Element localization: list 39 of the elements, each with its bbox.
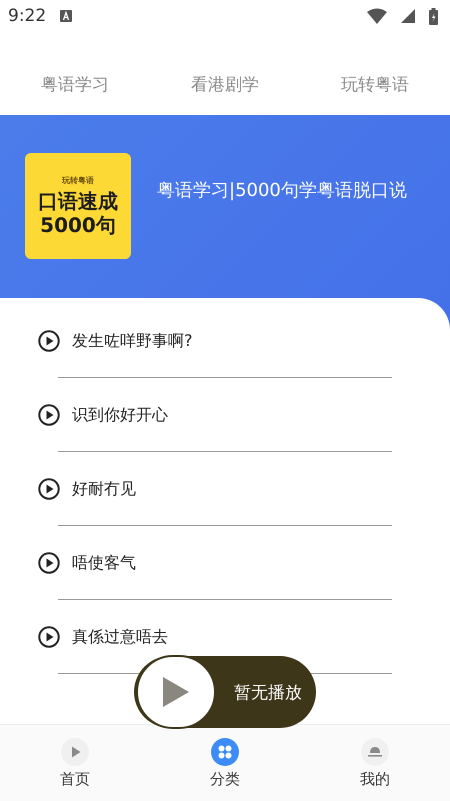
play-icon <box>38 478 60 500</box>
play-icon[interactable] <box>61 738 89 766</box>
keyboard-icon <box>60 10 72 22</box>
status-time: 9:22 <box>8 6 46 26</box>
cover-title: 口语速成 <box>38 189 118 213</box>
lesson-title: 唔使客气 <box>72 552 136 574</box>
lesson-title: 好耐冇见 <box>72 478 136 500</box>
play-icon <box>38 404 60 426</box>
nav-item[interactable]: 我的 <box>315 738 435 788</box>
player-status: 暂无播放 <box>234 682 302 704</box>
wifi-icon <box>367 8 387 24</box>
nav-label: 首页 <box>60 770 90 788</box>
grid-icon[interactable] <box>211 738 239 766</box>
play-icon <box>161 675 191 709</box>
course-title: 粤语学习|5000句学粤语脱口说 <box>157 179 408 203</box>
nav-label: 分类 <box>210 770 240 788</box>
cover-subtitle: 5000句 <box>40 213 116 237</box>
play-icon <box>38 626 60 648</box>
nav-item[interactable]: 分类 <box>165 738 285 788</box>
nav-item[interactable]: 首页 <box>15 738 135 788</box>
tab[interactable]: 粤语学习 <box>0 73 150 96</box>
cover-series: 玩转粤语 <box>62 175 94 186</box>
lesson-item[interactable]: 发生咗咩野事啊? <box>38 323 392 359</box>
signal-icon <box>401 9 415 23</box>
lesson-item[interactable]: 唔使客气 <box>38 545 392 581</box>
nav-label: 我的 <box>360 770 390 788</box>
tab[interactable]: 玩转粤语 <box>300 73 450 96</box>
play-button[interactable] <box>136 655 216 729</box>
play-icon <box>38 330 60 352</box>
mini-player[interactable]: 暂无播放 <box>134 656 316 728</box>
lesson-title: 识到你好开心 <box>72 404 168 426</box>
lesson-item[interactable]: 识到你好开心 <box>38 397 392 433</box>
lesson-item[interactable]: 好耐冇见 <box>38 471 392 507</box>
lesson-title: 发生咗咩野事啊? <box>72 330 192 352</box>
lesson-item[interactable]: 真係过意唔去 <box>38 619 392 655</box>
lesson-title: 真係过意唔去 <box>72 626 168 648</box>
tab[interactable]: 看港剧学 <box>150 73 300 96</box>
battery-icon <box>429 8 438 24</box>
play-icon <box>38 552 60 574</box>
